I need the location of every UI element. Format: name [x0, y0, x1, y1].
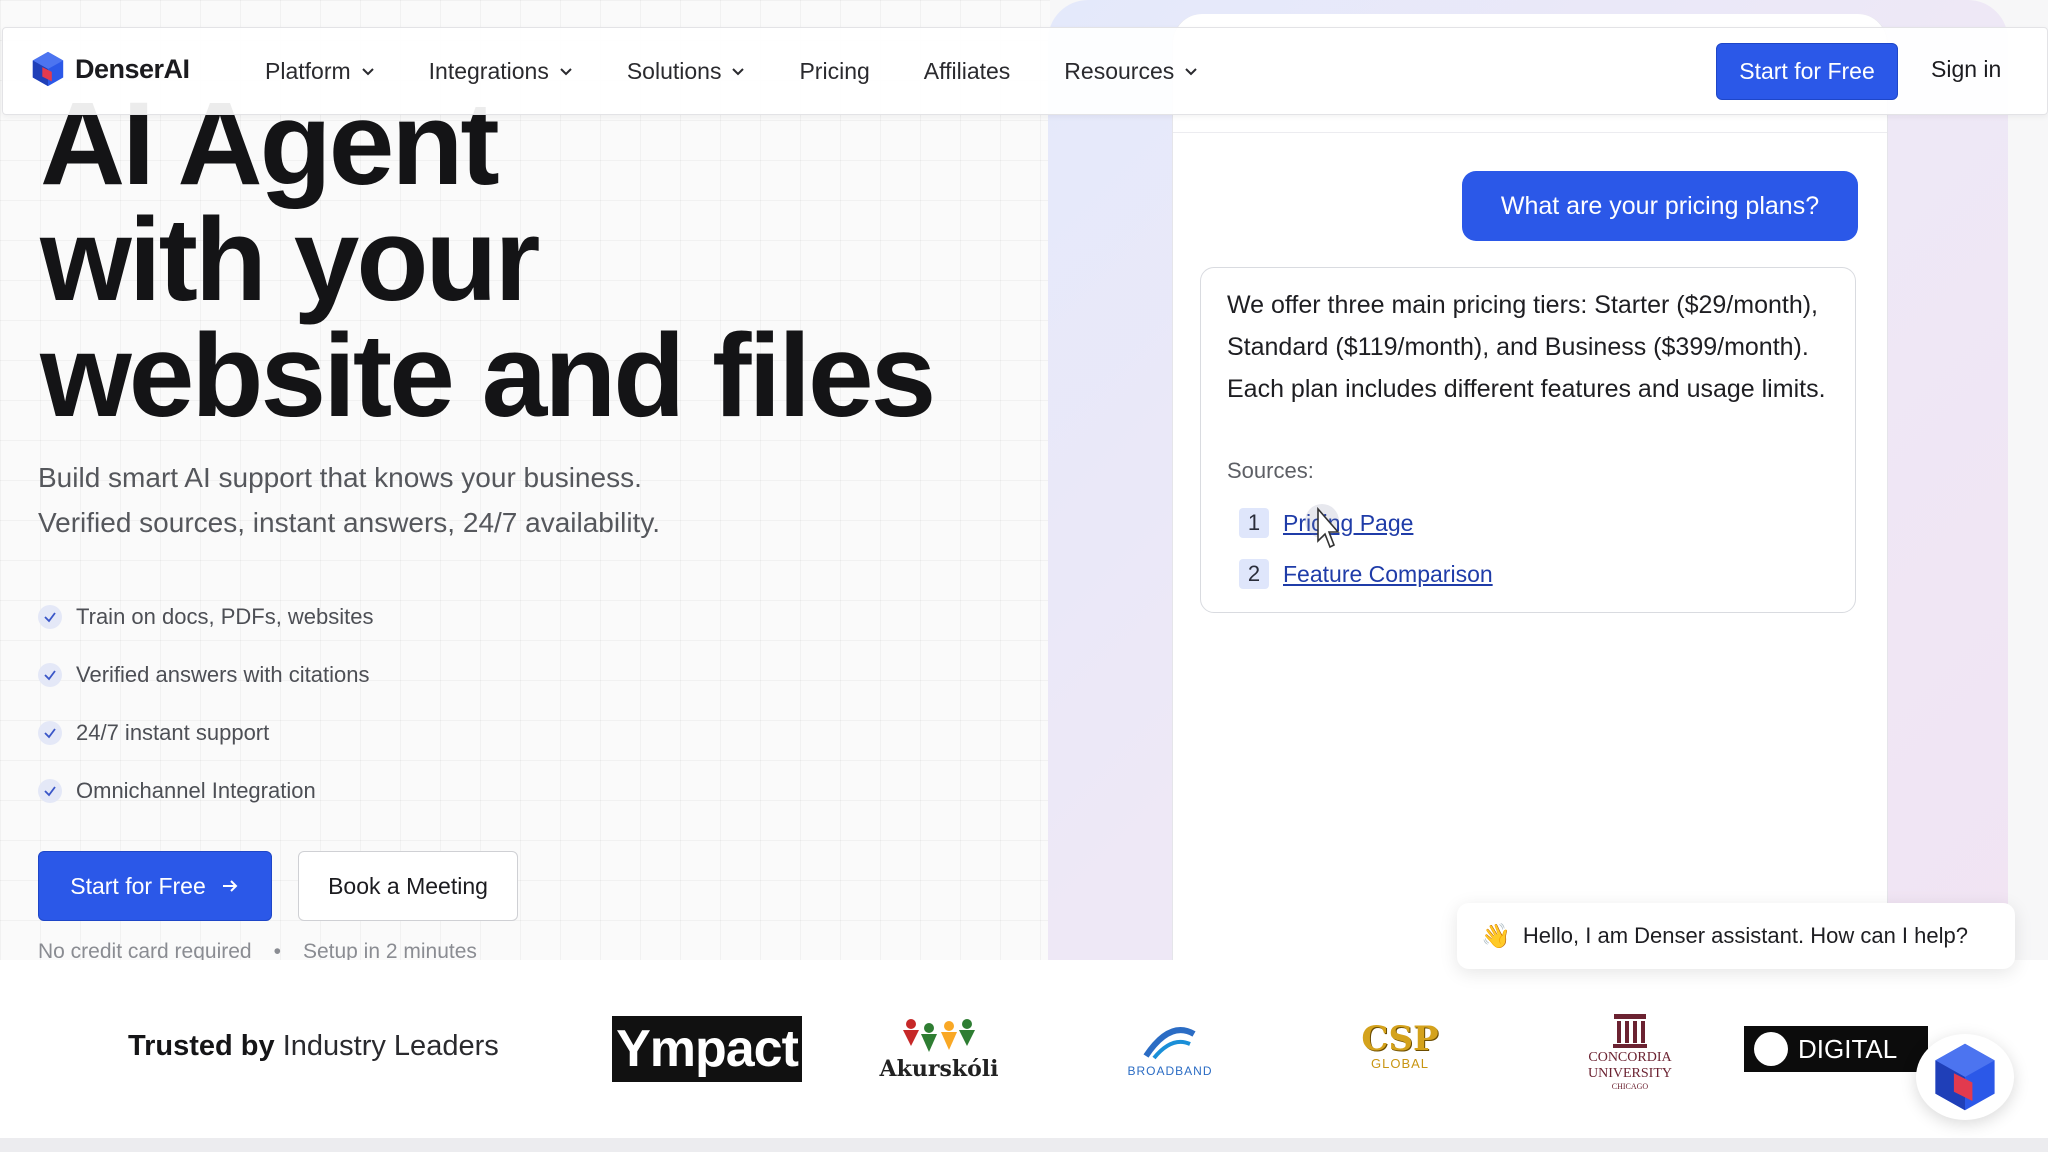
feature-label: Train on docs, PDFs, websites: [76, 604, 374, 629]
concordia-line-2: UNIVERSITY: [1588, 1065, 1672, 1081]
bot-message-text: We offer three main pricing tiers: Start…: [1227, 291, 1826, 403]
nav-item-pricing[interactable]: Pricing: [799, 58, 869, 85]
brand-logo[interactable]: DenserAI: [29, 50, 190, 88]
button-label: Start for Free: [70, 872, 206, 899]
nav-menu: Platform Integrations Solutions Pricing …: [265, 28, 1252, 114]
trusted-rest: Industry Leaders: [282, 1030, 499, 1062]
csp-global-logo: CSP GLOBAL: [1360, 1016, 1440, 1076]
broadband-swoosh-icon: [1143, 1027, 1196, 1060]
nav-item-label: Solutions: [626, 57, 722, 84]
book-meeting-button[interactable]: Book a Meeting: [298, 851, 518, 921]
nav-item-label: Affiliates: [923, 57, 1011, 84]
nav-item-label: Pricing: [799, 57, 870, 84]
chevron-down-icon: [361, 68, 374, 76]
columns-building-icon: [1613, 1013, 1647, 1048]
separator-dot: •: [273, 940, 281, 960]
check-icon: [38, 605, 62, 629]
assistant-greeting-popup[interactable]: 👋 Hello, I am Denser assistant. How can …: [1457, 903, 2015, 969]
source-link-feature-comparison[interactable]: Feature Comparison: [1283, 561, 1493, 588]
subtitle-line: Verified sources, instant answers, 24/7 …: [38, 507, 661, 538]
feature-item: 24/7 instant support: [38, 704, 374, 762]
digital-logo: DIGITAL: [1744, 1026, 1928, 1072]
nav-item-label: Platform: [265, 57, 351, 84]
waving-hand-icon: 👋: [1481, 922, 1511, 950]
arrow-right-icon: [222, 880, 238, 892]
hero-notes: No credit card required • Setup in 2 min…: [38, 940, 477, 960]
nav-item-affiliates[interactable]: Affiliates: [924, 58, 1011, 85]
headline-line: website and files: [40, 310, 936, 442]
check-icon: [38, 721, 62, 745]
concordia-line-3: CHICAGO: [1611, 1081, 1649, 1091]
headline-line: with your: [40, 194, 540, 326]
digital-text: DIGITAL: [1798, 1033, 1898, 1064]
feature-list: Train on docs, PDFs, websites Verified a…: [38, 588, 374, 820]
mouse-cursor-icon: [1305, 504, 1340, 549]
impact-logo: Ympact: [612, 1016, 802, 1082]
chat-launcher-button[interactable]: [1916, 1034, 2014, 1120]
nav-start-free-button[interactable]: Start for Free: [1716, 43, 1898, 100]
bot-message-bubble: We offer three main pricing tiers: Start…: [1200, 267, 1856, 613]
feature-label: 24/7 instant support: [76, 720, 270, 745]
check-icon: [38, 779, 62, 803]
denser-logo-icon: [32, 51, 64, 87]
feature-label: Verified answers with citations: [76, 662, 370, 687]
denser-logo-icon: [1935, 1043, 1995, 1111]
note-no-credit-card: No credit card required: [38, 940, 252, 960]
hero-headline: AI Agent with your website and files: [40, 85, 1040, 442]
nav-item-solutions[interactable]: Solutions: [627, 58, 746, 85]
nav-item-platform[interactable]: Platform: [265, 58, 375, 85]
nav-item-label: Integrations: [428, 57, 549, 84]
trusted-by-heading: Trusted by Industry Leaders: [128, 1030, 499, 1063]
hero-start-free-button[interactable]: Start for Free: [38, 851, 272, 921]
check-icon: [38, 663, 62, 687]
concordia-logo: CONCORDIA UNIVERSITY CHICAGO: [1580, 1002, 1680, 1098]
feature-label: Omnichannel Integration: [76, 778, 316, 803]
feature-item: Omnichannel Integration: [38, 762, 374, 820]
concordia-line-1: CONCORDIA: [1588, 1049, 1672, 1065]
akurskoli-text: Akurskóli: [879, 1056, 999, 1082]
nav-item-integrations[interactable]: Integrations: [429, 58, 573, 85]
csp-global-text: GLOBAL: [1370, 1055, 1430, 1071]
user-message-bubble: What are your pricing plans?: [1462, 171, 1858, 241]
brand-name: DenserAI: [75, 53, 190, 84]
chevron-down-icon: [560, 68, 572, 76]
chevron-down-icon: [1185, 68, 1197, 76]
sources-label: Sources:: [1227, 458, 1314, 483]
feature-item: Train on docs, PDFs, websites: [38, 588, 374, 646]
source-number: 2: [1239, 559, 1269, 589]
source-item[interactable]: 2 Feature Comparison: [1239, 559, 1493, 589]
nav-item-resources[interactable]: Resources: [1064, 58, 1198, 85]
akurskoli-logo: Akurskóli: [880, 1014, 998, 1084]
csp-text: CSP: [1361, 1018, 1439, 1059]
broadband-logo: BROADBAND: [1120, 1014, 1220, 1084]
source-number: 1: [1239, 508, 1269, 538]
hero-subtitle: Build smart AI support that knows your b…: [38, 455, 938, 545]
sign-in-link[interactable]: Sign in: [1931, 56, 2001, 83]
note-setup-time: Setup in 2 minutes: [302, 940, 477, 960]
broadband-text: BROADBAND: [1127, 1064, 1213, 1078]
feature-item: Verified answers with citations: [38, 646, 374, 704]
trusted-bold: Trusted by: [128, 1030, 275, 1062]
bottom-strip: [0, 1138, 2048, 1152]
assistant-greeting-text: Hello, I am Denser assistant. How can I …: [1522, 923, 1968, 948]
digital-badge-icon: [1754, 1032, 1788, 1066]
source-link-pricing-page[interactable]: Pricing Page: [1283, 510, 1413, 537]
subtitle-line: Build smart AI support that knows your b…: [38, 462, 642, 493]
top-navbar: DenserAI Platform Integrations Solutions…: [2, 27, 2048, 115]
nav-item-label: Resources: [1064, 57, 1175, 84]
people-figures-icon: [903, 1019, 975, 1052]
chevron-down-icon: [732, 68, 745, 76]
